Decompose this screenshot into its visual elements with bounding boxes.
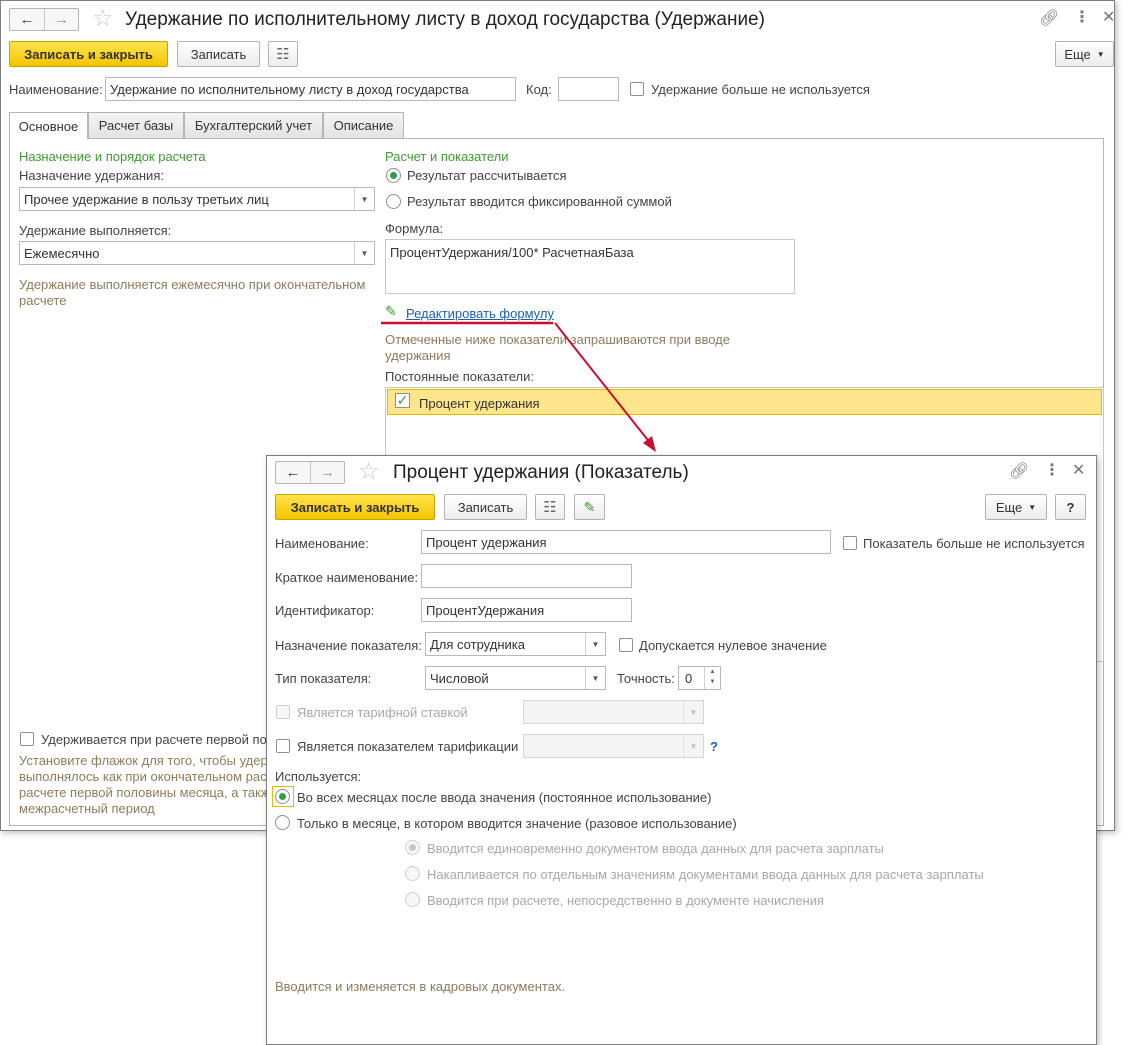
tariff-indicator-label: Является показателем тарификации xyxy=(297,739,519,754)
dialog-more-button-label: Еще xyxy=(995,499,1023,515)
dialog-not-used-checkbox[interactable] xyxy=(843,536,857,550)
dialog-close-icon[interactable]: ✕ xyxy=(1072,463,1085,479)
dialog-dropdown-arrow-icon: ▼ xyxy=(1028,502,1037,512)
dialog-help-button[interactable]: ? xyxy=(1055,494,1086,520)
short-name-input[interactable] xyxy=(421,564,632,588)
sub-radio-at-calculation[interactable] xyxy=(405,892,420,907)
dialog-edit-history-button[interactable]: ✎ xyxy=(574,494,605,520)
sub-radio-accumulated[interactable] xyxy=(405,866,420,881)
zero-allowed-label: Допускается нулевое значение xyxy=(639,638,827,653)
dialog-link-icon[interactable]: 🔗︎ xyxy=(1009,464,1029,480)
annotation-arrow-line xyxy=(554,322,652,445)
sub-radio-one-time-label: Вводится единовременно документом ввода … xyxy=(427,841,884,856)
dialog-nav-group: ← → xyxy=(275,461,345,484)
tariff-help-icon[interactable]: ? xyxy=(710,739,718,754)
dialog-document-list-icon: ☷ xyxy=(543,499,557,516)
indicator-purpose-dropdown-icon[interactable]: ▼ xyxy=(585,633,605,655)
tariff-indicator-checkbox[interactable] xyxy=(276,739,290,753)
tariff-indicator-select: ▼ xyxy=(523,734,704,758)
indicator-dialog: ← → ☆ Процент удержания (Показатель) 🔗︎ … xyxy=(266,455,1097,1045)
dialog-report-button[interactable]: ☷ xyxy=(535,494,565,520)
precision-label: Точность: xyxy=(617,671,675,686)
dialog-title: Процент удержания (Показатель) xyxy=(393,462,689,483)
tariff-rate-checkbox[interactable] xyxy=(276,705,290,719)
indicator-purpose-select[interactable]: Для сотрудника ▼ xyxy=(425,632,606,656)
sub-radio-one-time[interactable] xyxy=(405,840,420,855)
radio-one-month[interactable] xyxy=(275,815,290,830)
used-label: Используется: xyxy=(275,769,362,784)
indicator-type-dropdown-icon[interactable]: ▼ xyxy=(585,667,605,689)
dialog-name-input[interactable]: Процент удержания xyxy=(421,530,831,554)
identifier-label: Идентификатор: xyxy=(275,603,375,618)
dialog-back-arrow-icon[interactable]: ← xyxy=(276,462,310,483)
precision-spinner[interactable]: 0 ▲ ▼ xyxy=(678,666,721,690)
zero-allowed-checkbox[interactable] xyxy=(619,638,633,652)
sub-radio-accumulated-label: Накапливается по отдельным значениям док… xyxy=(427,867,984,882)
identifier-input[interactable]: ПроцентУдержания xyxy=(421,598,632,622)
dialog-not-used-label: Показатель больше не используется xyxy=(863,536,1085,551)
edit-history-icon: ✎ xyxy=(583,498,596,515)
radio-all-months[interactable] xyxy=(275,789,290,804)
dialog-favorite-star-icon[interactable]: ☆ xyxy=(358,460,380,484)
dialog-name-label: Наименование: xyxy=(275,536,369,551)
dialog-save-button[interactable]: Записать xyxy=(444,494,527,520)
dialog-save-and-close-button[interactable]: Записать и закрыть xyxy=(275,494,435,520)
dialog-more-button[interactable]: Еще ▼ xyxy=(985,494,1047,520)
tariff-indicator-dropdown-icon: ▼ xyxy=(683,735,703,757)
dialog-forward-arrow-icon[interactable]: → xyxy=(310,462,344,483)
short-name-label: Краткое наименование: xyxy=(275,570,419,585)
annotation-arrowhead xyxy=(643,436,656,452)
tab-main[interactable]: Основное xyxy=(9,112,88,139)
indicator-purpose-label: Назначение показателя: xyxy=(275,638,422,653)
indicator-type-label: Тип показателя: xyxy=(275,671,372,686)
dialog-more-vertical-icon[interactable]: ⋮ xyxy=(1044,463,1060,479)
indicator-purpose-value: Для сотрудника xyxy=(430,636,525,652)
tariff-rate-dropdown-icon: ▼ xyxy=(683,701,703,723)
tariff-rate-select: ▼ xyxy=(523,700,704,724)
sub-radio-at-calculation-label: Вводится при расчете, непосредственно в … xyxy=(427,893,825,908)
dialog-footer-hint: Вводится и изменяется в кадровых докумен… xyxy=(275,979,566,994)
tariff-rate-label: Является тарифной ставкой xyxy=(297,705,468,720)
spinner-arrows-icon[interactable]: ▲ ▼ xyxy=(704,667,720,689)
indicator-type-select[interactable]: Числовой ▼ xyxy=(425,666,606,690)
radio-all-months-label: Во всех месяцах после ввода значения (по… xyxy=(297,790,712,805)
indicator-type-value: Числовой xyxy=(430,670,489,686)
precision-value: 0 xyxy=(685,670,693,686)
radio-one-month-label: Только в месяце, в котором вводится знач… xyxy=(297,816,737,831)
